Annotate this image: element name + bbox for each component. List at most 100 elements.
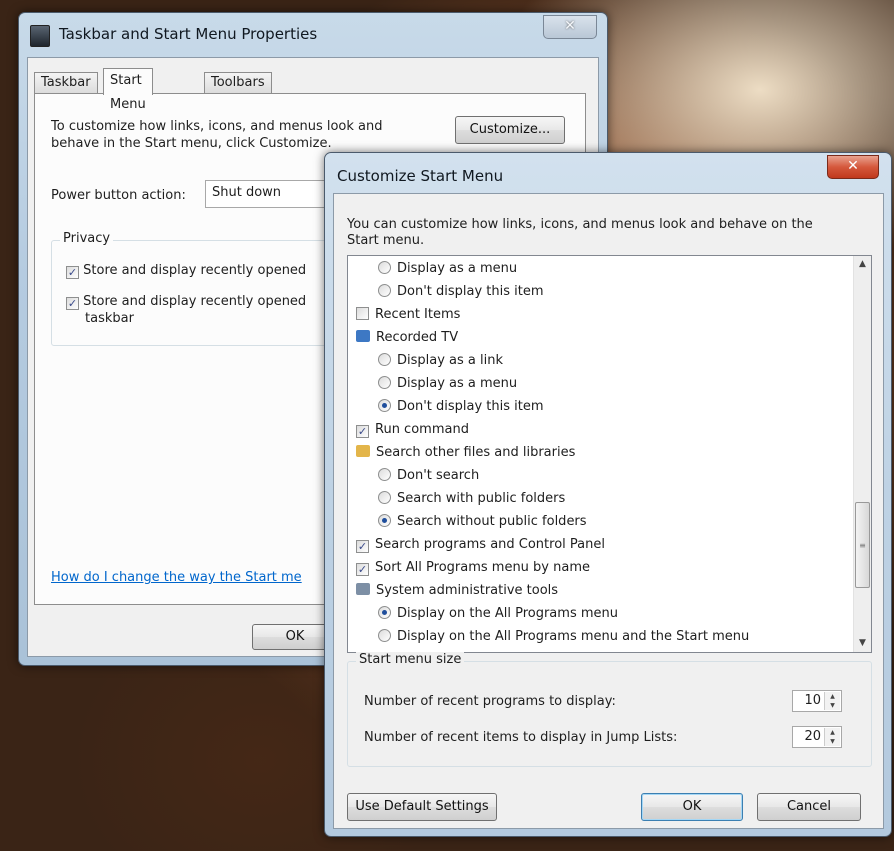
radio-button[interactable] (378, 353, 391, 366)
tab-taskbar[interactable]: Taskbar (34, 72, 98, 93)
help-link[interactable]: How do I change the way the Start me (51, 570, 302, 585)
customize-start-menu-window: Customize Start Menu ✕ You can customize… (324, 152, 892, 837)
list-item[interactable]: Search other files and libraries (356, 441, 575, 464)
list-item[interactable]: Search without public folders (378, 510, 587, 533)
taskbar-app-icon (30, 25, 50, 47)
scroll-thumb[interactable]: ≡ (855, 502, 870, 588)
privacy-group: Privacy ✓ Store and display recently ope… (51, 231, 343, 346)
recent-programs-value[interactable]: 10 (804, 693, 821, 708)
scroll-up-arrow[interactable]: ▲ (854, 256, 871, 273)
radio-button[interactable] (378, 514, 391, 527)
list-item[interactable]: Display as a menu (378, 257, 517, 280)
spin-up-icon[interactable]: ▲ (825, 728, 840, 737)
vertical-scrollbar[interactable]: ▲ ≡ ▼ (853, 256, 871, 652)
ok-button[interactable]: OK (641, 793, 743, 821)
list-item-label: Sort All Programs menu by name (375, 560, 591, 575)
jump-list-spinner[interactable]: 20 ▲ ▼ (792, 726, 842, 748)
list-item-label: Search without public folders (397, 514, 587, 529)
recorded-tv-icon (356, 330, 370, 342)
spin-down-icon[interactable]: ▼ (825, 737, 840, 746)
spinner-buttons[interactable]: ▲ ▼ (824, 692, 840, 710)
list-item[interactable]: Recent Items (356, 303, 460, 326)
privacy-recent-programs[interactable]: ✓ Store and display recently opened (66, 263, 306, 279)
list-item[interactable]: Don't display this item (378, 280, 544, 303)
window-title: Taskbar and Start Menu Properties (59, 25, 318, 43)
list-item[interactable]: ✓ Search programs and Control Panel (356, 533, 605, 556)
tab-start-menu[interactable]: Start Menu (103, 68, 153, 112)
list-item-label: Display as a link (397, 353, 504, 368)
spin-up-icon[interactable]: ▲ (825, 692, 840, 701)
start-menu-options-list[interactable]: Display as a menu Don't display this item… (347, 255, 872, 653)
radio-button[interactable] (378, 261, 391, 274)
customize-button[interactable]: Customize... (455, 116, 565, 144)
size-group-label: Start menu size (356, 652, 465, 667)
spinner-buttons[interactable]: ▲ ▼ (824, 728, 840, 746)
checkbox[interactable]: ✓ (356, 540, 369, 553)
list-item-label: Display as a menu (397, 376, 518, 391)
radio-button[interactable] (378, 606, 391, 619)
list-item[interactable]: Display as a menu (378, 372, 517, 395)
customize-instructions: To customize how links, icons, and menus… (51, 119, 383, 151)
checkbox-label-line2: taskbar (85, 311, 134, 326)
jump-list-label: Number of recent items to display in Jum… (364, 730, 678, 745)
list-item-label: Display on the All Programs menu (397, 606, 618, 621)
checkbox[interactable]: ✓ (356, 563, 369, 576)
recent-programs-spinner[interactable]: 10 ▲ ▼ (792, 690, 842, 712)
list-item-label: Recorded TV (376, 330, 459, 345)
checkbox-label: Store and display recently opened (83, 294, 307, 309)
power-button-dropdown[interactable]: Shut down (205, 180, 335, 208)
list-item-label: Display on the All Programs menu and the… (397, 629, 750, 644)
tab-toolbars[interactable]: Toolbars (204, 72, 272, 93)
checkbox[interactable] (356, 307, 369, 320)
list-item[interactable]: ✓ Sort All Programs menu by name (356, 556, 590, 579)
title-bar[interactable]: Taskbar and Start Menu Properties ✕ (19, 13, 607, 57)
customize-description: You can customize how links, icons, and … (347, 217, 813, 248)
list-item[interactable]: Display on the All Programs menu (378, 602, 618, 625)
window-title: Customize Start Menu (337, 167, 504, 185)
checkbox-label: Store and display recently opened (83, 263, 307, 278)
power-button-label: Power button action: (51, 188, 186, 203)
radio-button[interactable] (378, 399, 391, 412)
recent-programs-label: Number of recent programs to display: (364, 694, 616, 709)
admin-tools-icon (356, 583, 370, 595)
close-icon: ✕ (847, 158, 859, 174)
scroll-down-arrow[interactable]: ▼ (854, 635, 871, 652)
checkbox[interactable]: ✓ (66, 266, 79, 279)
list-item-label: Don't search (397, 468, 480, 483)
list-item[interactable]: Display on the All Programs menu and the… (378, 625, 749, 648)
list-item[interactable]: Don't search (378, 464, 479, 487)
list-item-label: Search programs and Control Panel (375, 537, 605, 552)
checkbox[interactable]: ✓ (356, 425, 369, 438)
cancel-button[interactable]: Cancel (757, 793, 861, 821)
title-bar[interactable]: Customize Start Menu ✕ (325, 153, 891, 197)
use-default-settings-button[interactable]: Use Default Settings (347, 793, 497, 821)
close-button[interactable]: ✕ (543, 15, 597, 39)
radio-button[interactable] (378, 629, 391, 642)
list-item-label: Display as a menu (397, 261, 518, 276)
radio-button[interactable] (378, 284, 391, 297)
search-files-icon (356, 445, 370, 457)
list-item-label: Run command (375, 422, 469, 437)
list-item[interactable]: Don't display this item (378, 395, 544, 418)
list-item[interactable]: Search with public folders (378, 487, 565, 510)
list-item[interactable]: System administrative tools (356, 579, 558, 602)
radio-button[interactable] (378, 468, 391, 481)
spin-down-icon[interactable]: ▼ (825, 701, 840, 710)
checkbox[interactable]: ✓ (66, 297, 79, 310)
close-icon: ✕ (564, 18, 576, 34)
radio-button[interactable] (378, 376, 391, 389)
list-item-label: Don't display this item (397, 284, 544, 299)
list-item-label: Don't display this item (397, 399, 544, 414)
jump-list-value[interactable]: 20 (804, 729, 821, 744)
privacy-recent-items[interactable]: ✓ Store and display recently opened task… (66, 293, 306, 327)
list-item-label: System administrative tools (376, 583, 559, 598)
radio-button[interactable] (378, 491, 391, 504)
power-button-value: Shut down (212, 185, 282, 200)
close-button[interactable]: ✕ (827, 155, 879, 179)
list-item[interactable]: Display as a link (378, 349, 503, 372)
list-item-label: Search with public folders (397, 491, 566, 506)
list-item-label: Recent Items (375, 307, 461, 322)
list-item[interactable]: Recorded TV (356, 326, 458, 349)
list-item-label: Search other files and libraries (376, 445, 576, 460)
list-item[interactable]: ✓ Run command (356, 418, 469, 441)
